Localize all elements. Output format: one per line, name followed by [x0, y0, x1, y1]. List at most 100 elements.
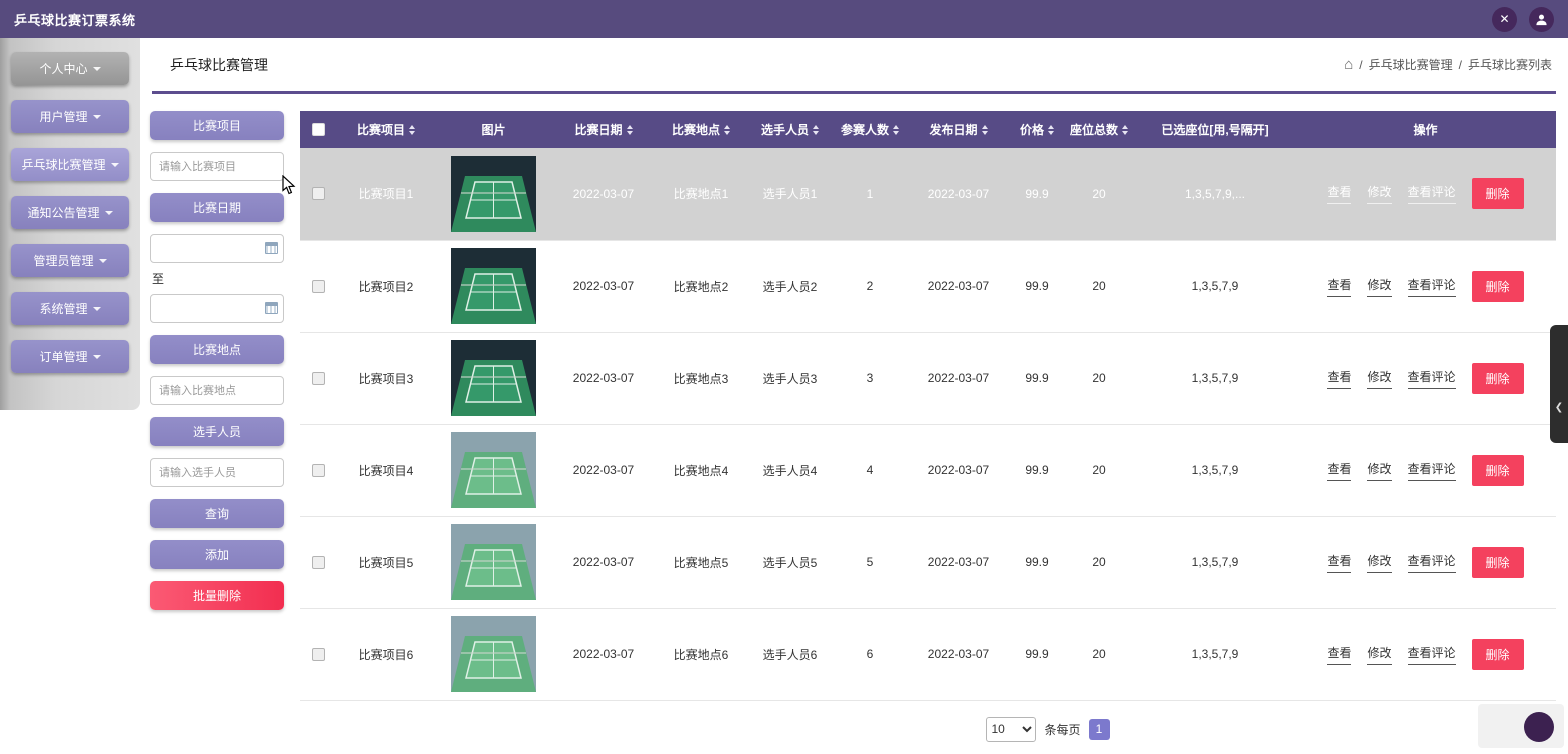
column-header[interactable]: 座位总数: [1063, 111, 1135, 148]
column-header[interactable]: 选手人员: [746, 111, 834, 148]
view-button[interactable]: 查看: [1327, 276, 1352, 297]
row-checkbox[interactable]: [311, 463, 325, 477]
breadcrumb-separator: /: [1458, 57, 1462, 72]
calendar-icon[interactable]: [265, 302, 278, 314]
column-header[interactable]: 比赛日期: [551, 111, 656, 148]
match-location: 比赛地点5: [673, 555, 729, 570]
home-icon[interactable]: ⌂: [1344, 57, 1353, 72]
view-comments-button[interactable]: 查看评论: [1407, 368, 1456, 389]
table-row: 比赛项目1 2022-03-07 比赛地点1 选手人员1 1 2022-03-0…: [300, 148, 1556, 241]
current-page-badge[interactable]: 1: [1088, 718, 1110, 740]
badminton-court-photo: [451, 524, 536, 600]
close-icon[interactable]: ✕: [1492, 6, 1517, 32]
date-to-input[interactable]: [150, 294, 284, 323]
top-bar: 乒乓球比赛订票系统 ✕: [0, 0, 1568, 38]
location-input[interactable]: [150, 376, 284, 405]
calendar-icon[interactable]: [265, 242, 278, 254]
date-from-input[interactable]: [150, 234, 284, 263]
row-checkbox[interactable]: [311, 647, 325, 661]
column-header[interactable]: 参赛人数: [834, 111, 906, 148]
select-all-checkbox[interactable]: [311, 123, 325, 136]
row-checkbox[interactable]: [311, 187, 325, 201]
view-button[interactable]: 查看: [1327, 368, 1352, 389]
table-row: 比赛项目2 2022-03-07 比赛地点2 选手人员2 2 2022-03-0…: [300, 240, 1556, 333]
sidebar-item-5[interactable]: 系统管理: [11, 292, 129, 325]
match-selected-seats: 1,3,5,7,9: [1191, 647, 1239, 661]
column-header[interactable]: 图片: [436, 111, 551, 148]
sort-icon: [1048, 125, 1054, 135]
sidebar-item-1[interactable]: 用户管理: [11, 100, 129, 133]
edit-button[interactable]: 修改: [1367, 183, 1392, 205]
row-checkbox[interactable]: [311, 371, 325, 385]
filter-location-button[interactable]: 比赛地点: [150, 335, 284, 364]
user-icon[interactable]: [1529, 6, 1554, 32]
side-panel-handle[interactable]: ❮: [1550, 325, 1568, 443]
match-publish-date: 2022-03-07: [927, 463, 990, 477]
view-comments-button[interactable]: 查看评论: [1407, 460, 1456, 481]
page-size-select[interactable]: 10: [986, 716, 1037, 742]
delete-button[interactable]: 删除: [1471, 454, 1524, 486]
match-location: 比赛地点1: [673, 187, 729, 202]
delete-button[interactable]: 删除: [1471, 178, 1524, 210]
match-publish-date: 2022-03-07: [927, 371, 990, 385]
view-button[interactable]: 查看: [1327, 460, 1352, 481]
delete-button[interactable]: 删除: [1471, 638, 1524, 670]
table-row: 比赛项目4 2022-03-07 比赛地点4 选手人员4 4 2022-03-0…: [300, 424, 1556, 517]
delete-button[interactable]: 删除: [1471, 270, 1524, 302]
breadcrumb-section[interactable]: 乒乓球比赛管理: [1369, 56, 1453, 73]
delete-button[interactable]: 删除: [1471, 546, 1524, 578]
chevron-down-icon: [104, 210, 113, 215]
match-total-seats: 20: [1092, 186, 1106, 201]
edit-button[interactable]: 修改: [1367, 644, 1392, 665]
column-header[interactable]: 操作: [1295, 111, 1556, 148]
filter-date-button[interactable]: 比赛日期: [150, 193, 284, 222]
match-price: 99.9: [1025, 279, 1049, 293]
select-all-header: [300, 111, 336, 148]
chevron-down-icon: [92, 66, 101, 71]
column-header[interactable]: 比赛项目: [336, 111, 436, 148]
row-checkbox[interactable]: [311, 279, 325, 293]
match-date: 2022-03-07: [572, 555, 635, 569]
pagination: 10 条每页 1: [420, 716, 1568, 742]
sidebar-item-3[interactable]: 通知公告管理: [11, 196, 129, 229]
view-comments-button[interactable]: 查看评论: [1407, 276, 1456, 297]
match-project: 比赛项目3: [358, 371, 414, 386]
sidebar-item-0[interactable]: 个人中心: [11, 52, 129, 85]
view-button[interactable]: 查看: [1327, 644, 1352, 665]
match-selected-seats: 1,3,5,7,9,...: [1184, 186, 1246, 201]
match-participants: 5: [866, 555, 874, 569]
floating-action-button[interactable]: [1524, 712, 1554, 742]
search-button[interactable]: 查询: [150, 499, 284, 528]
match-project: 比赛项目1: [358, 187, 414, 202]
view-button[interactable]: 查看: [1327, 183, 1352, 205]
chevron-down-icon: [98, 258, 107, 263]
column-header[interactable]: 价格: [1011, 111, 1063, 148]
edit-button[interactable]: 修改: [1367, 276, 1392, 297]
sidebar-item-6[interactable]: 订单管理: [11, 340, 129, 373]
match-date: 2022-03-07: [572, 279, 635, 293]
add-button[interactable]: 添加: [150, 540, 284, 569]
sidebar-item-2[interactable]: 乒乓球比赛管理: [11, 148, 129, 181]
edit-button[interactable]: 修改: [1367, 552, 1392, 573]
project-input[interactable]: [150, 152, 284, 181]
delete-button[interactable]: 删除: [1471, 362, 1524, 394]
column-header[interactable]: 发布日期: [906, 111, 1011, 148]
match-price: 99.9: [1025, 463, 1049, 477]
filter-project-button[interactable]: 比赛项目: [150, 111, 284, 140]
batch-delete-button[interactable]: 批量删除: [150, 581, 284, 610]
sidebar-item-4[interactable]: 管理员管理: [11, 244, 129, 277]
view-comments-button[interactable]: 查看评论: [1407, 552, 1456, 573]
row-checkbox[interactable]: [311, 555, 325, 569]
view-comments-button[interactable]: 查看评论: [1407, 183, 1456, 205]
filter-players-button[interactable]: 选手人员: [150, 417, 284, 446]
match-total-seats: 20: [1092, 463, 1106, 477]
match-participants: 1: [866, 186, 874, 201]
view-comments-button[interactable]: 查看评论: [1407, 644, 1456, 665]
column-header[interactable]: 比赛地点: [656, 111, 746, 148]
column-header[interactable]: 已选座位[用,号隔开]: [1135, 111, 1295, 148]
view-button[interactable]: 查看: [1327, 552, 1352, 573]
edit-button[interactable]: 修改: [1367, 368, 1392, 389]
badminton-court-photo: [451, 340, 536, 416]
edit-button[interactable]: 修改: [1367, 460, 1392, 481]
players-input[interactable]: [150, 458, 284, 487]
